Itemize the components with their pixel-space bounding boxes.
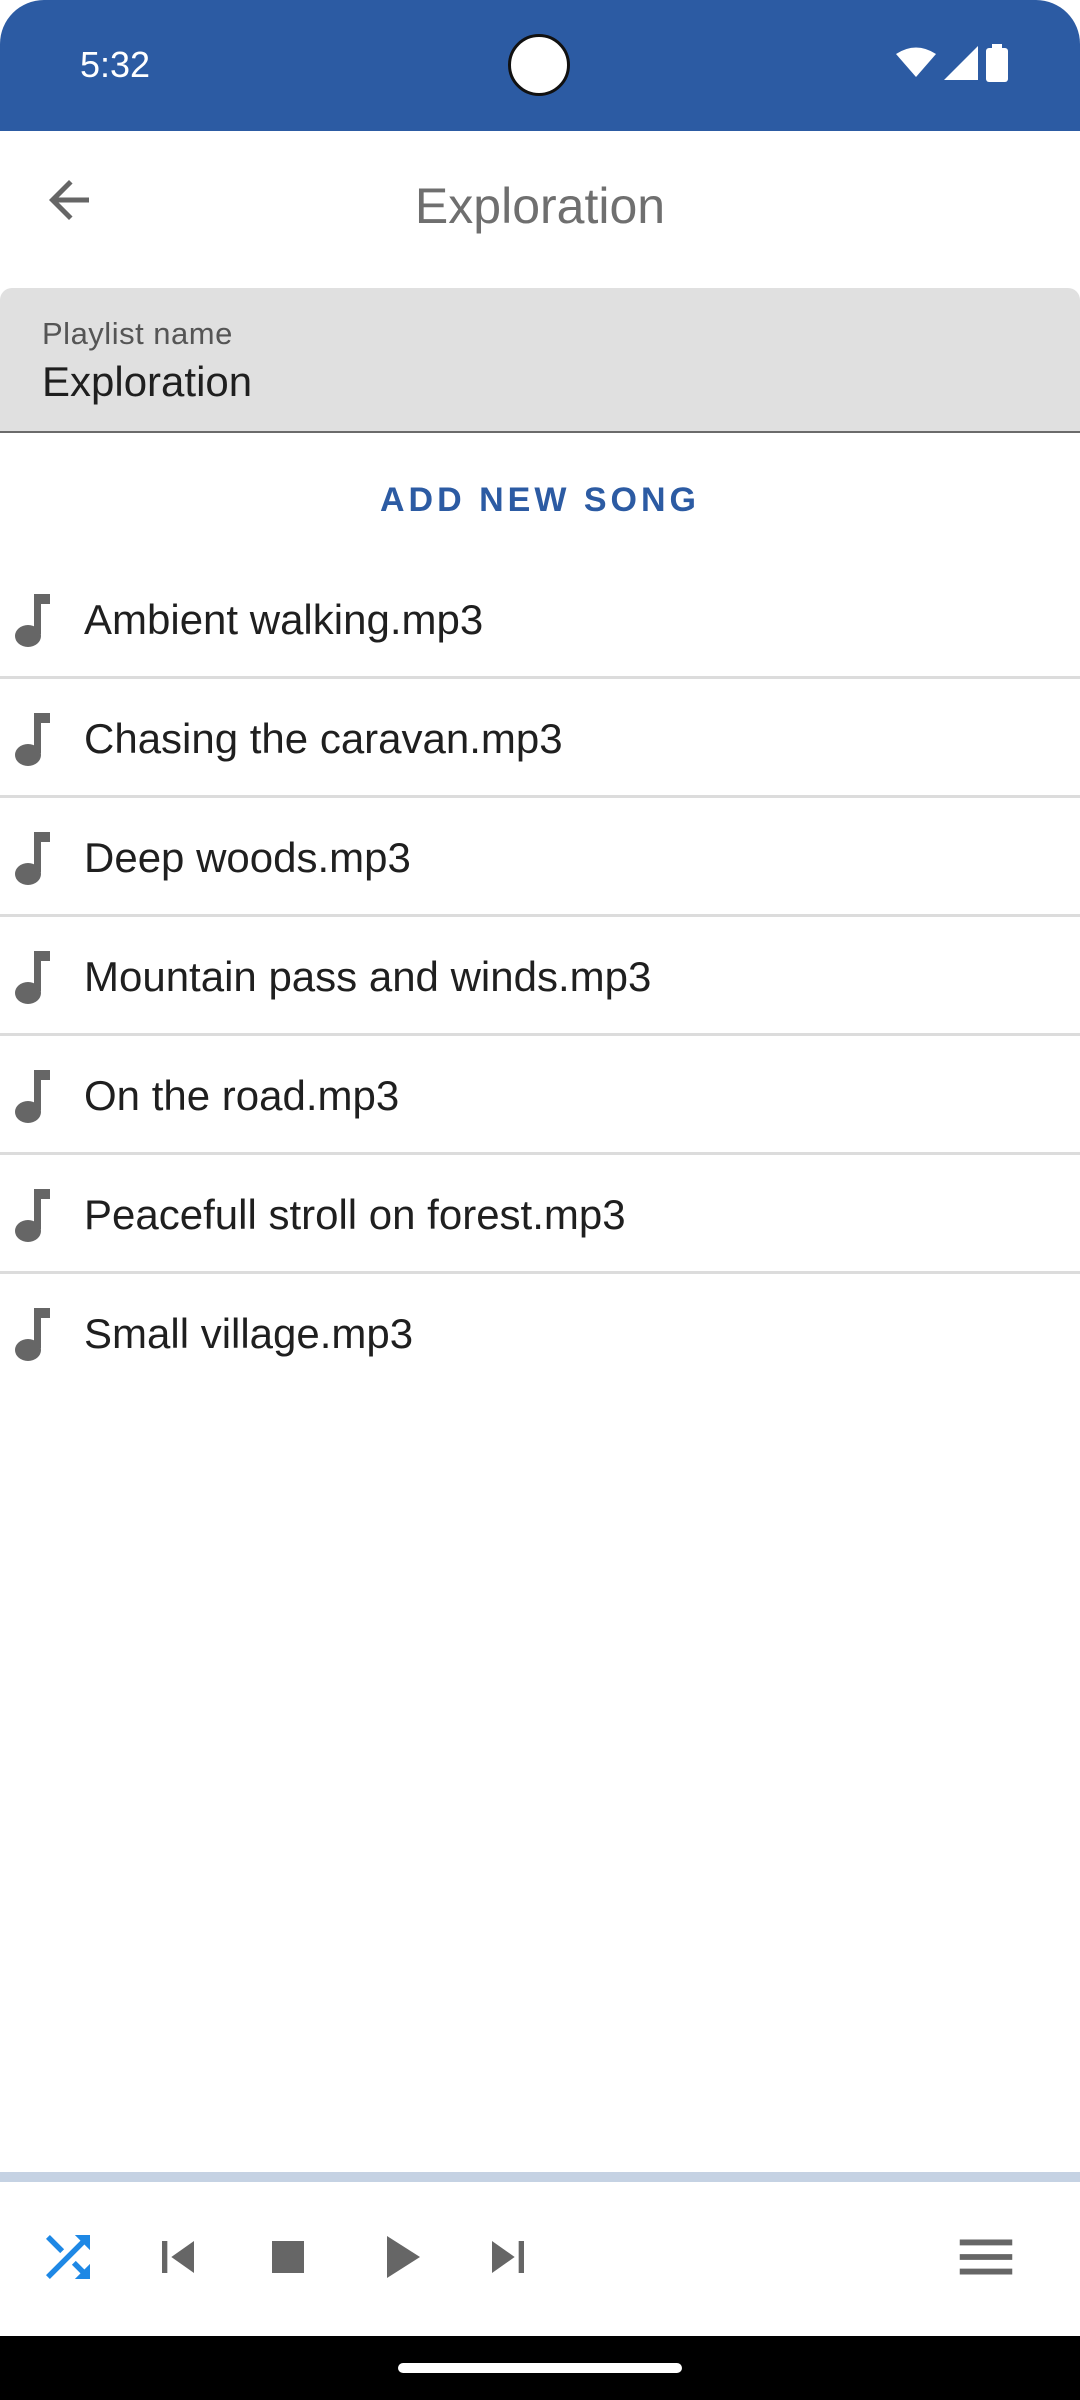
page-title: Exploration (414, 178, 666, 234)
menu-button[interactable] (947, 2220, 1025, 2298)
system-navigation-bar (0, 2336, 1080, 2400)
music-note-icon (12, 1187, 52, 1243)
list-item[interactable]: On the road.mp3 (0, 1036, 1080, 1155)
shuffle-button[interactable] (29, 2220, 107, 2298)
song-list: Ambient walking.mp3 Chasing the caravan.… (0, 560, 1080, 1390)
status-icons (896, 43, 1008, 87)
music-note-icon (12, 1306, 52, 1362)
list-item[interactable]: Chasing the caravan.mp3 (0, 679, 1080, 798)
song-title: Small village.mp3 (84, 1310, 414, 1357)
next-button[interactable] (469, 2220, 547, 2298)
song-title: Peacefull stroll on forest.mp3 (84, 1191, 626, 1238)
status-time: 5:32 (80, 44, 151, 85)
playlist-name-field[interactable]: Playlist name (0, 288, 1080, 433)
skip-previous-icon (146, 2225, 210, 2294)
playback-progress-bar[interactable] (0, 2172, 1080, 2182)
song-title: Chasing the caravan.mp3 (84, 715, 563, 762)
add-new-song-button[interactable]: ADD NEW SONG (0, 465, 1080, 535)
play-icon (363, 2221, 435, 2298)
player-controls (0, 2182, 1080, 2336)
song-title: On the road.mp3 (84, 1072, 400, 1119)
music-note-icon (12, 830, 52, 886)
shuffle-icon (35, 2224, 101, 2295)
skip-next-icon (476, 2225, 540, 2294)
music-note-icon (12, 1068, 52, 1124)
app-bar: Exploration (0, 131, 1080, 288)
song-title: Mountain pass and winds.mp3 (84, 953, 652, 1000)
list-item[interactable]: Deep woods.mp3 (0, 798, 1080, 917)
previous-button[interactable] (139, 2220, 217, 2298)
music-note-icon (12, 711, 52, 767)
music-note-icon (12, 592, 52, 648)
playlist-name-input[interactable] (42, 358, 1022, 406)
list-item[interactable]: Mountain pass and winds.mp3 (0, 917, 1080, 1036)
song-title: Deep woods.mp3 (84, 834, 411, 881)
list-item[interactable]: Peacefull stroll on forest.mp3 (0, 1155, 1080, 1274)
camera-cutout (508, 34, 570, 96)
home-handle[interactable] (398, 2363, 682, 2373)
music-note-icon (12, 949, 52, 1005)
list-item[interactable]: Ambient walking.mp3 (0, 560, 1080, 679)
battery-icon (986, 43, 1008, 87)
play-button[interactable] (360, 2220, 438, 2298)
signal-icon (944, 45, 978, 85)
stop-button[interactable] (249, 2220, 327, 2298)
menu-icon (951, 2222, 1021, 2297)
list-item[interactable]: Small village.mp3 (0, 1274, 1080, 1390)
status-bar: 5:32 (0, 0, 1080, 131)
stop-icon (256, 2225, 320, 2294)
song-title: Ambient walking.mp3 (84, 596, 484, 643)
playlist-name-label: Playlist name (42, 316, 233, 351)
wifi-icon (896, 47, 936, 84)
